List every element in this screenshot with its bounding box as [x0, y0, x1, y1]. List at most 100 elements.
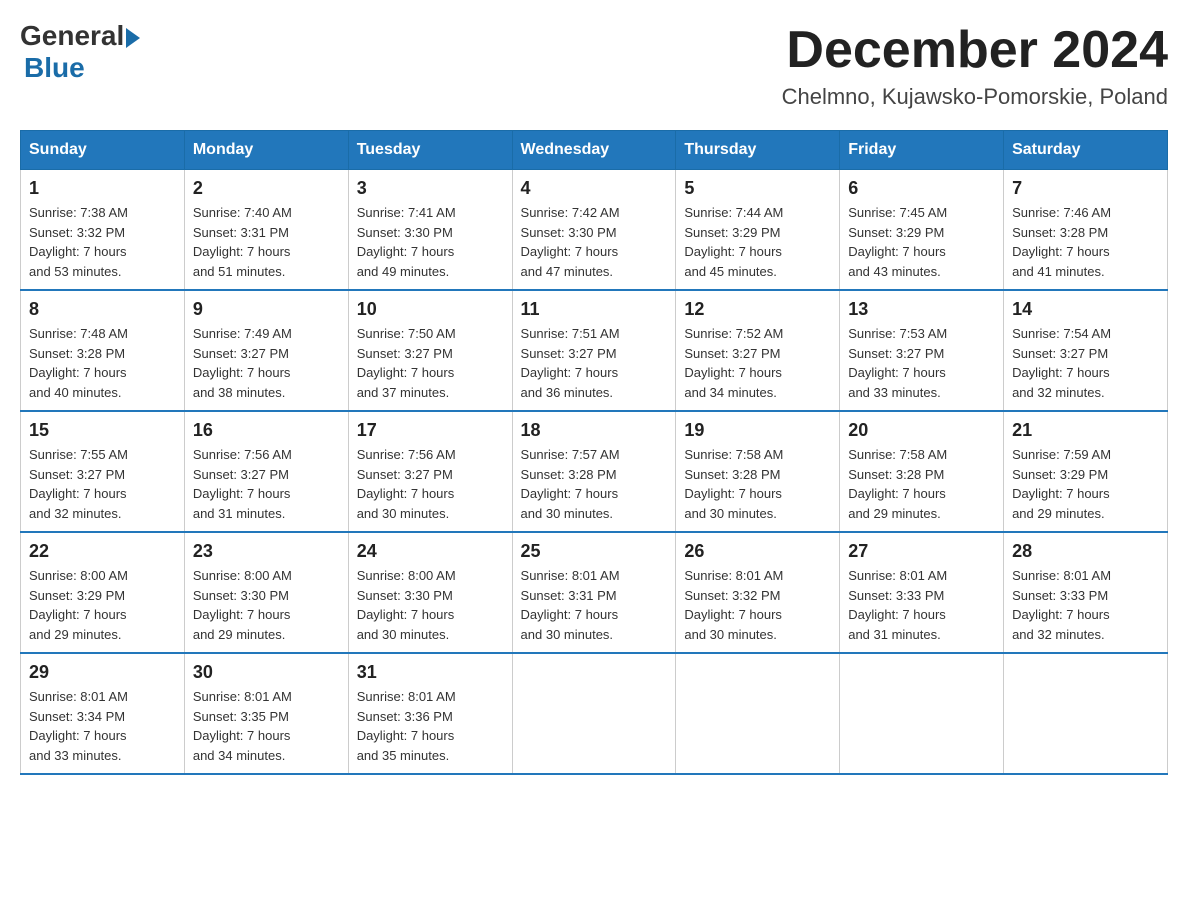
- day-info: Sunrise: 8:00 AMSunset: 3:29 PMDaylight:…: [29, 566, 176, 644]
- day-number: 17: [357, 420, 504, 441]
- day-cell: [1004, 653, 1168, 774]
- day-cell: 27 Sunrise: 8:01 AMSunset: 3:33 PMDaylig…: [840, 532, 1004, 653]
- day-cell: 6 Sunrise: 7:45 AMSunset: 3:29 PMDayligh…: [840, 170, 1004, 291]
- day-info: Sunrise: 7:46 AMSunset: 3:28 PMDaylight:…: [1012, 203, 1159, 281]
- day-number: 25: [521, 541, 668, 562]
- day-info: Sunrise: 7:42 AMSunset: 3:30 PMDaylight:…: [521, 203, 668, 281]
- day-number: 8: [29, 299, 176, 320]
- day-number: 13: [848, 299, 995, 320]
- day-info: Sunrise: 7:49 AMSunset: 3:27 PMDaylight:…: [193, 324, 340, 402]
- day-number: 26: [684, 541, 831, 562]
- header-friday: Friday: [840, 131, 1004, 170]
- day-number: 24: [357, 541, 504, 562]
- day-number: 15: [29, 420, 176, 441]
- day-info: Sunrise: 8:01 AMSunset: 3:36 PMDaylight:…: [357, 687, 504, 765]
- day-number: 21: [1012, 420, 1159, 441]
- day-number: 7: [1012, 178, 1159, 199]
- day-number: 3: [357, 178, 504, 199]
- logo-arrow-icon: [126, 28, 140, 48]
- day-number: 10: [357, 299, 504, 320]
- day-cell: 2 Sunrise: 7:40 AMSunset: 3:31 PMDayligh…: [184, 170, 348, 291]
- day-number: 19: [684, 420, 831, 441]
- day-cell: 20 Sunrise: 7:58 AMSunset: 3:28 PMDaylig…: [840, 411, 1004, 532]
- day-cell: 25 Sunrise: 8:01 AMSunset: 3:31 PMDaylig…: [512, 532, 676, 653]
- day-cell: 17 Sunrise: 7:56 AMSunset: 3:27 PMDaylig…: [348, 411, 512, 532]
- day-cell: [512, 653, 676, 774]
- day-cell: 13 Sunrise: 7:53 AMSunset: 3:27 PMDaylig…: [840, 290, 1004, 411]
- day-info: Sunrise: 7:50 AMSunset: 3:27 PMDaylight:…: [357, 324, 504, 402]
- day-cell: 9 Sunrise: 7:49 AMSunset: 3:27 PMDayligh…: [184, 290, 348, 411]
- header-sunday: Sunday: [21, 131, 185, 170]
- day-info: Sunrise: 7:59 AMSunset: 3:29 PMDaylight:…: [1012, 445, 1159, 523]
- day-number: 12: [684, 299, 831, 320]
- location-title: Chelmno, Kujawsko-Pomorskie, Poland: [782, 84, 1168, 110]
- day-cell: 7 Sunrise: 7:46 AMSunset: 3:28 PMDayligh…: [1004, 170, 1168, 291]
- day-info: Sunrise: 7:53 AMSunset: 3:27 PMDaylight:…: [848, 324, 995, 402]
- week-row-1: 1 Sunrise: 7:38 AMSunset: 3:32 PMDayligh…: [21, 170, 1168, 291]
- day-cell: 11 Sunrise: 7:51 AMSunset: 3:27 PMDaylig…: [512, 290, 676, 411]
- week-row-3: 15 Sunrise: 7:55 AMSunset: 3:27 PMDaylig…: [21, 411, 1168, 532]
- day-info: Sunrise: 7:57 AMSunset: 3:28 PMDaylight:…: [521, 445, 668, 523]
- header-wednesday: Wednesday: [512, 131, 676, 170]
- day-cell: [840, 653, 1004, 774]
- day-number: 5: [684, 178, 831, 199]
- day-cell: 1 Sunrise: 7:38 AMSunset: 3:32 PMDayligh…: [21, 170, 185, 291]
- day-cell: 30 Sunrise: 8:01 AMSunset: 3:35 PMDaylig…: [184, 653, 348, 774]
- day-cell: 26 Sunrise: 8:01 AMSunset: 3:32 PMDaylig…: [676, 532, 840, 653]
- day-number: 27: [848, 541, 995, 562]
- day-cell: 8 Sunrise: 7:48 AMSunset: 3:28 PMDayligh…: [21, 290, 185, 411]
- day-cell: 3 Sunrise: 7:41 AMSunset: 3:30 PMDayligh…: [348, 170, 512, 291]
- week-row-2: 8 Sunrise: 7:48 AMSunset: 3:28 PMDayligh…: [21, 290, 1168, 411]
- day-cell: 21 Sunrise: 7:59 AMSunset: 3:29 PMDaylig…: [1004, 411, 1168, 532]
- day-cell: 14 Sunrise: 7:54 AMSunset: 3:27 PMDaylig…: [1004, 290, 1168, 411]
- day-number: 18: [521, 420, 668, 441]
- header-saturday: Saturday: [1004, 131, 1168, 170]
- day-info: Sunrise: 7:40 AMSunset: 3:31 PMDaylight:…: [193, 203, 340, 281]
- day-number: 31: [357, 662, 504, 683]
- day-cell: 29 Sunrise: 8:01 AMSunset: 3:34 PMDaylig…: [21, 653, 185, 774]
- day-info: Sunrise: 8:01 AMSunset: 3:33 PMDaylight:…: [848, 566, 995, 644]
- day-info: Sunrise: 7:48 AMSunset: 3:28 PMDaylight:…: [29, 324, 176, 402]
- day-info: Sunrise: 7:38 AMSunset: 3:32 PMDaylight:…: [29, 203, 176, 281]
- day-number: 9: [193, 299, 340, 320]
- logo-general-text: General: [20, 20, 124, 52]
- day-number: 30: [193, 662, 340, 683]
- header: General Blue December 2024 Chelmno, Kuja…: [20, 20, 1168, 110]
- day-info: Sunrise: 7:58 AMSunset: 3:28 PMDaylight:…: [848, 445, 995, 523]
- week-row-4: 22 Sunrise: 8:00 AMSunset: 3:29 PMDaylig…: [21, 532, 1168, 653]
- day-number: 23: [193, 541, 340, 562]
- day-number: 1: [29, 178, 176, 199]
- day-info: Sunrise: 8:01 AMSunset: 3:31 PMDaylight:…: [521, 566, 668, 644]
- header-tuesday: Tuesday: [348, 131, 512, 170]
- logo: General Blue: [20, 20, 140, 84]
- day-info: Sunrise: 7:56 AMSunset: 3:27 PMDaylight:…: [193, 445, 340, 523]
- day-info: Sunrise: 7:41 AMSunset: 3:30 PMDaylight:…: [357, 203, 504, 281]
- day-number: 2: [193, 178, 340, 199]
- day-cell: 15 Sunrise: 7:55 AMSunset: 3:27 PMDaylig…: [21, 411, 185, 532]
- day-cell: 23 Sunrise: 8:00 AMSunset: 3:30 PMDaylig…: [184, 532, 348, 653]
- day-info: Sunrise: 8:00 AMSunset: 3:30 PMDaylight:…: [193, 566, 340, 644]
- day-cell: 4 Sunrise: 7:42 AMSunset: 3:30 PMDayligh…: [512, 170, 676, 291]
- day-info: Sunrise: 8:01 AMSunset: 3:35 PMDaylight:…: [193, 687, 340, 765]
- day-cell: 18 Sunrise: 7:57 AMSunset: 3:28 PMDaylig…: [512, 411, 676, 532]
- header-thursday: Thursday: [676, 131, 840, 170]
- day-number: 20: [848, 420, 995, 441]
- calendar-header-row: SundayMondayTuesdayWednesdayThursdayFrid…: [21, 131, 1168, 170]
- day-cell: [676, 653, 840, 774]
- day-info: Sunrise: 8:01 AMSunset: 3:33 PMDaylight:…: [1012, 566, 1159, 644]
- day-number: 22: [29, 541, 176, 562]
- day-cell: 19 Sunrise: 7:58 AMSunset: 3:28 PMDaylig…: [676, 411, 840, 532]
- day-cell: 10 Sunrise: 7:50 AMSunset: 3:27 PMDaylig…: [348, 290, 512, 411]
- day-number: 4: [521, 178, 668, 199]
- day-info: Sunrise: 7:55 AMSunset: 3:27 PMDaylight:…: [29, 445, 176, 523]
- day-info: Sunrise: 7:56 AMSunset: 3:27 PMDaylight:…: [357, 445, 504, 523]
- day-cell: 31 Sunrise: 8:01 AMSunset: 3:36 PMDaylig…: [348, 653, 512, 774]
- day-info: Sunrise: 7:44 AMSunset: 3:29 PMDaylight:…: [684, 203, 831, 281]
- day-info: Sunrise: 8:00 AMSunset: 3:30 PMDaylight:…: [357, 566, 504, 644]
- day-cell: 5 Sunrise: 7:44 AMSunset: 3:29 PMDayligh…: [676, 170, 840, 291]
- day-cell: 16 Sunrise: 7:56 AMSunset: 3:27 PMDaylig…: [184, 411, 348, 532]
- day-info: Sunrise: 7:52 AMSunset: 3:27 PMDaylight:…: [684, 324, 831, 402]
- day-info: Sunrise: 7:54 AMSunset: 3:27 PMDaylight:…: [1012, 324, 1159, 402]
- header-monday: Monday: [184, 131, 348, 170]
- day-number: 29: [29, 662, 176, 683]
